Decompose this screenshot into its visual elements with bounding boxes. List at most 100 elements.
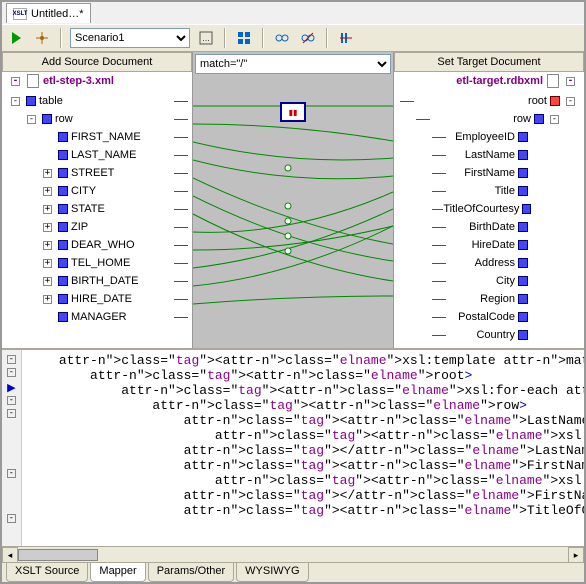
target-header[interactable]: Set Target Document [394,52,584,72]
element-icon [518,258,528,268]
tree-node[interactable]: -row [6,110,188,128]
step-button[interactable] [32,28,52,48]
expand-toggle[interactable]: + [43,205,52,214]
element-icon [58,240,68,250]
tab-mapper[interactable]: Mapper [90,563,145,582]
match-select[interactable]: match="/" [195,54,391,74]
view-button-3[interactable] [298,28,318,48]
expand-toggle[interactable]: - [11,97,20,106]
mapping-canvas-panel: match="/" [192,52,394,348]
tree-node[interactable]: LastName [398,146,580,164]
target-filename: etl-target.rdbxml [456,75,543,87]
connector [174,281,188,282]
expand-toggle[interactable]: + [43,169,52,178]
scroll-right-arrow[interactable]: ▸ [568,547,584,562]
tree-node[interactable]: +DEAR_WHO [6,236,188,254]
element-icon [518,294,528,304]
tree-node[interactable]: Address [398,254,580,272]
element-icon [518,330,528,340]
run-button[interactable] [6,28,26,48]
tree-node[interactable]: +TEL_HOME [6,254,188,272]
connector [174,173,188,174]
target-tree[interactable]: -root-rowEmployeeIDLastNameFirstNameTitl… [394,90,584,348]
node-label: BIRTH_DATE [71,275,138,287]
ellipsis-icon: … [199,31,213,45]
scenario-edit-button[interactable]: … [196,28,216,48]
expand-toggle[interactable]: - [27,115,36,124]
link-icon [275,31,289,45]
connector [174,299,188,300]
fold-toggle[interactable]: - [7,355,16,364]
tree-node[interactable]: + STREET [6,164,188,182]
tree-node[interactable]: -row [398,110,580,128]
node-label: FIRST_NAME [71,131,141,143]
tree-node[interactable]: + BIRTH_DATE [6,272,188,290]
node-label: EmployeeID [455,131,515,143]
view-button-1[interactable] [234,28,254,48]
collapse-toggle[interactable]: - [11,77,20,86]
code-gutter[interactable]: - - ▶ - - - - [2,350,22,546]
element-icon [518,276,528,286]
tree-node[interactable]: +HIRE_DATE [6,290,188,308]
target-filename-row[interactable]: etl-target.rdbxml - [394,72,584,90]
tree-node[interactable]: MANAGER [6,308,188,326]
tree-node[interactable]: -root [398,92,580,110]
expand-toggle[interactable]: + [43,187,52,196]
tree-node[interactable]: -table [6,92,188,110]
element-icon [42,114,52,124]
scroll-left-arrow[interactable]: ◂ [2,547,18,562]
tree-node[interactable]: BirthDate [398,218,580,236]
tree-node[interactable]: EmployeeID [398,128,580,146]
fold-toggle[interactable]: - [7,469,16,478]
view-button-4[interactable] [336,28,356,48]
tree-node[interactable]: FIRST_NAME [6,128,188,146]
tree-node[interactable]: FirstName [398,164,580,182]
xslt-file-icon: XSLT [13,8,27,20]
scenario-select[interactable]: Scenario1 [70,28,190,48]
fold-toggle[interactable]: - [7,514,16,523]
tab-wysiwyg[interactable]: WYSIWYG [236,563,308,582]
fold-toggle[interactable]: - [7,409,16,418]
connector [432,299,446,300]
expand-toggle[interactable]: + [43,295,52,304]
tree-node[interactable]: City [398,272,580,290]
source-filename-row[interactable]: - etl-step-3.xml [2,72,192,90]
tree-node[interactable]: PostalCode [398,308,580,326]
node-label: STREET [71,167,114,179]
fold-toggle[interactable]: - [7,368,16,377]
element-icon [58,132,68,142]
expand-toggle[interactable]: + [43,223,52,232]
expand-toggle[interactable]: + [43,259,52,268]
document-title: Untitled…* [31,8,84,20]
source-header[interactable]: Add Source Document [2,52,192,72]
tree-node[interactable]: HireDate [398,236,580,254]
document-tab[interactable]: XSLT Untitled…* [6,3,91,23]
connector [432,281,446,282]
view-button-2[interactable] [272,28,292,48]
collapse-toggle[interactable]: - [566,77,575,86]
expand-toggle[interactable]: + [43,277,52,286]
tree-node[interactable]: LAST_NAME [6,146,188,164]
source-tree[interactable]: -table-row FIRST_NAME LAST_NAME + STREET +CIT… [2,90,192,348]
tree-node[interactable]: +STATE [6,200,188,218]
scrollbar-thumb[interactable] [18,549,98,561]
template-node[interactable]: ▮▮ [280,102,306,122]
code-editor[interactable]: attr-n">class="tag"><attr-n">class="elna… [22,350,584,546]
element-icon [518,132,528,142]
fold-toggle[interactable]: - [7,396,16,405]
mapping-canvas[interactable]: ▮▮ [193,76,393,348]
tree-node[interactable]: Title [398,182,580,200]
tree-node[interactable]: TitleOfCourtesy [398,200,580,218]
horizontal-scrollbar[interactable]: ◂ ▸ [2,546,584,562]
tab-xslt-source[interactable]: XSLT Source [6,563,88,582]
tree-node[interactable]: +ZIP [6,218,188,236]
expand-toggle[interactable]: + [43,241,52,250]
tree-node[interactable]: Region [398,290,580,308]
expand-toggle[interactable]: - [550,115,559,124]
expand-toggle[interactable]: - [566,97,575,106]
tree-node[interactable]: +CITY [6,182,188,200]
tab-params-other[interactable]: Params/Other [148,563,234,582]
file-icon [27,74,39,88]
tree-node[interactable]: Country [398,326,580,344]
connector [174,191,188,192]
